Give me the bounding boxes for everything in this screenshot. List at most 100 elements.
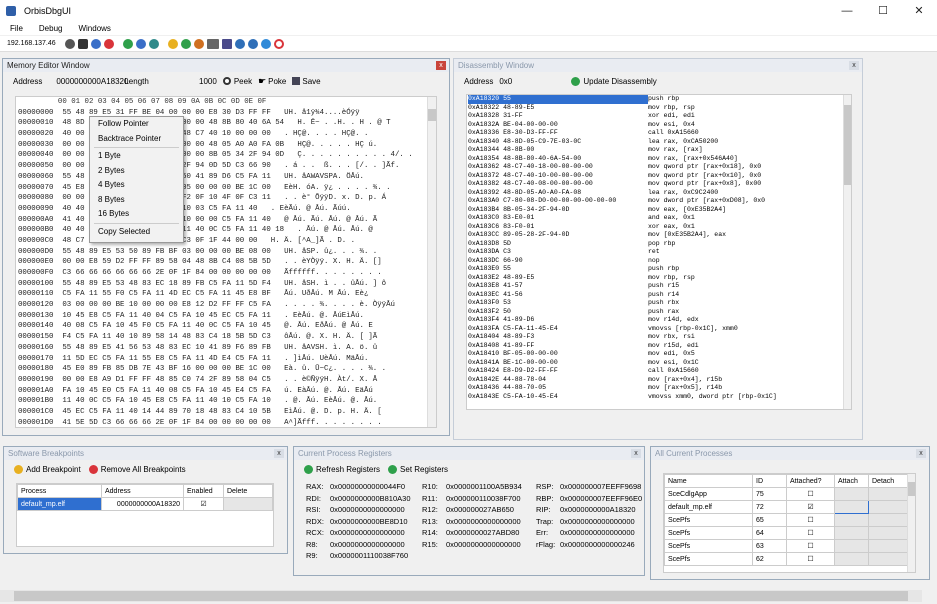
length-input[interactable]: 1000: [199, 77, 217, 86]
menu-file[interactable]: File: [10, 24, 23, 33]
hex-row[interactable]: 00000090 40 40 00 00 00 00 00 C5 FA 10 0…: [18, 204, 436, 215]
register-value[interactable]: 0x0000000000000000: [330, 528, 405, 537]
save-button[interactable]: Save: [302, 77, 320, 86]
disasm-row[interactable]: 0xA18436 44-88-70-05 mov [rax+0x5], r14b: [468, 384, 851, 393]
hex-row[interactable]: 000000B0 40 40 00 00 00 00 03 C5 FA 11 4…: [18, 225, 436, 236]
table-row[interactable]: default_mp.elf 72 ☑: [664, 500, 908, 514]
disasm-row[interactable]: 0xA183E0 55 push rbp: [468, 265, 851, 274]
disasm-row[interactable]: 0xA18320 55 push rbp: [468, 95, 851, 104]
remove-all-breakpoints-button[interactable]: Remove All Breakpoints: [101, 465, 186, 474]
hex-row[interactable]: 000001C0 45 EC C5 FA 11 40 14 44 89 70 1…: [18, 407, 436, 418]
disasm-row[interactable]: 0xA18392 48-8D-05-A0-A0-FA-08 lea rax, 0x…: [468, 189, 851, 198]
bp-enabled-checkbox[interactable]: ☑: [183, 497, 224, 511]
hex-row[interactable]: 000001D0 41 5E 5D C3 66 66 66 2E 0F 1F 8…: [18, 418, 436, 427]
memory-close-button[interactable]: x: [436, 61, 446, 70]
hex-row[interactable]: 00000170 11 5D EC C5 FA 11 55 E8 C5 FA 1…: [18, 354, 436, 365]
hex-row[interactable]: 000000C0 48 C7 45 D0 5B 5E 41 5F 5D C3 0…: [18, 236, 436, 247]
processes-scrollbar[interactable]: [907, 474, 915, 572]
disasm-row[interactable]: 0xA183F2 50 push rax: [468, 308, 851, 317]
register-value[interactable]: 0x0000000000000000: [446, 540, 521, 549]
breakpoints-close-button[interactable]: x: [274, 449, 284, 458]
hex-row[interactable]: 00000060 55 48 89 E5 41 57 41 56 53 50 4…: [18, 172, 436, 183]
detach-button[interactable]: [868, 500, 908, 514]
close-button[interactable]: ✕: [901, 0, 937, 21]
register-value[interactable]: 0x0000000000000000: [560, 528, 635, 537]
table-row[interactable]: ScePfs 63 ☐: [664, 539, 908, 553]
registers-close-button[interactable]: x: [631, 449, 641, 458]
menu-follow-pointer[interactable]: Follow Pointer: [90, 117, 183, 132]
disasm-row[interactable]: 0xA18382 48-C7-40-08-00-00-00-00 mov qwor…: [468, 180, 851, 189]
register-value[interactable]: 0x0000000000000246: [560, 540, 635, 549]
register-value[interactable]: 0x0000001100A5B934: [446, 482, 522, 491]
hex-row[interactable]: 000001B0 11 40 0C C5 FA 10 45 E8 C5 FA 1…: [18, 396, 436, 407]
refresh-icon[interactable]: [181, 38, 192, 49]
disasm-address-input[interactable]: 0x0: [499, 77, 559, 86]
disassembly-list[interactable]: 0xA18320 55 push rbp 0xA18322 48-89-E5 mov …: [466, 94, 852, 410]
help-icon[interactable]: [248, 38, 259, 49]
menu-2-bytes[interactable]: 2 Bytes: [90, 164, 183, 179]
attached-checkbox[interactable]: ☐: [786, 526, 835, 540]
menu-backtrace-pointer[interactable]: Backtrace Pointer: [90, 132, 183, 147]
register-value[interactable]: 0x000000007EEFF96E0: [560, 494, 642, 503]
detach-button[interactable]: [868, 539, 908, 553]
attach-button[interactable]: [834, 526, 869, 540]
hex-row[interactable]: 000000E0 00 00 E8 59 D2 FF FF 89 58 04 4…: [18, 257, 436, 268]
settings-icon[interactable]: [194, 38, 205, 49]
table-row[interactable]: ScePfs 65 ☐: [664, 513, 908, 527]
disasm-row[interactable]: 0xA18322 48-89-E5 mov rbp, rsp: [468, 104, 851, 113]
menu-copy-selected[interactable]: Copy Selected: [90, 225, 183, 240]
hex-row[interactable]: 00000000 55 48 89 E5 31 FF BE 04 00 00 0…: [18, 108, 436, 119]
menu-1-byte[interactable]: 1 Byte: [90, 149, 183, 164]
hex-row[interactable]: 00000100 55 48 89 E5 53 48 83 EC 18 89 F…: [18, 279, 436, 290]
disasm-row[interactable]: 0xA183DC 66-90 nop: [468, 257, 851, 266]
register-value[interactable]: 0x0000000000BE8D10: [330, 517, 408, 526]
disasm-row[interactable]: 0xA18362 48-C7-40-18-00-00-00-00 mov qwor…: [468, 163, 851, 172]
detach-button[interactable]: [868, 513, 908, 527]
hex-row[interactable]: 00000140 40 08 C5 FA 10 45 F0 C5 FA 11 4…: [18, 321, 436, 332]
update-disassembly-button[interactable]: Update Disassembly: [583, 77, 656, 86]
pause-icon[interactable]: [91, 38, 102, 49]
hex-row[interactable]: 000001A0 FA 10 45 E0 C5 FA 11 40 08 C5 F…: [18, 386, 436, 397]
add-icon[interactable]: [168, 38, 179, 49]
detach-button[interactable]: [868, 526, 908, 540]
disasm-row[interactable]: 0xA1843E C5-FA-10-45-E4 vmovss xmm0, dwor…: [468, 393, 851, 402]
hex-view[interactable]: 00 01 02 03 04 05 06 07 08 09 0A 0B 0C 0…: [15, 96, 437, 428]
disasm-row[interactable]: 0xA18340 48-8D-05-C9-7E-03-0C lea rax, 0x…: [468, 138, 851, 147]
break-icon[interactable]: [136, 38, 147, 49]
disasm-row[interactable]: 0xA183DA C3 ret: [468, 248, 851, 257]
disasm-row[interactable]: 0xA183C0 83-E0-01 and eax, 0x1: [468, 214, 851, 223]
cancel-icon[interactable]: [274, 38, 285, 49]
bp-delete-button[interactable]: [223, 497, 273, 511]
table-row[interactable]: SceCdlgApp 75 ☐: [664, 487, 908, 501]
hex-row[interactable]: 000000A0 41 40 41 40 41 40 40 C5 FA 10 0…: [18, 215, 436, 226]
connect-icon[interactable]: [65, 38, 76, 49]
hex-row[interactable]: 00000070 45 E8 89 F3 48 C7 C7 FF FF 05 0…: [18, 183, 436, 194]
attach-button[interactable]: [834, 552, 869, 566]
hex-row[interactable]: 000000D0 55 48 89 E5 53 50 89 FB BF 03 0…: [18, 247, 436, 258]
detach-button[interactable]: [868, 487, 908, 501]
hex-row[interactable]: 00000110 C5 FA 11 55 F0 C5 FA 11 4D EC C…: [18, 289, 436, 300]
disasm-row[interactable]: 0xA183B4 8B-05-34-2F-94-0D mov eax, [0xE3…: [468, 206, 851, 215]
memory-icon[interactable]: [222, 38, 233, 49]
disasm-row[interactable]: 0xA1841A BE-1C-00-00-00 mov esi, 0x1C: [468, 359, 851, 368]
hex-scrollbar[interactable]: [427, 97, 436, 427]
stop-icon[interactable]: [104, 38, 115, 49]
hex-row[interactable]: 00000040 00 00 00 00 00 00 00 00 00 00 0…: [18, 150, 436, 161]
keyboard-icon[interactable]: [207, 38, 220, 49]
disasm-row[interactable]: 0xA183C6 83-F0-01 xor eax, 0x1: [468, 223, 851, 232]
attach-button[interactable]: [834, 513, 869, 527]
register-value[interactable]: 0x000000110038F700: [446, 494, 521, 503]
hex-row[interactable]: 00000150 F4 C5 FA 11 40 10 89 58 14 48 8…: [18, 332, 436, 343]
attached-checkbox[interactable]: ☐: [786, 513, 835, 527]
disasm-row[interactable]: 0xA1842E 44-88-78-04 mov [rax+0x4], r15b: [468, 376, 851, 385]
attached-checkbox[interactable]: ☐: [786, 539, 835, 553]
register-value[interactable]: 0x0000000000000000: [330, 540, 405, 549]
process-icon[interactable]: [235, 38, 246, 49]
disasm-row[interactable]: 0xA183F4 41-89-D6 mov r14d, edx: [468, 316, 851, 325]
attached-checkbox[interactable]: ☐: [786, 487, 835, 501]
run-icon[interactable]: [123, 38, 134, 49]
register-value[interactable]: 0x0000000027ABD80: [446, 528, 519, 537]
disasm-row[interactable]: 0xA1832A BE-04-00-00-00 mov esi, 0x4: [468, 121, 851, 130]
disasm-row[interactable]: 0xA183E2 48-89-E5 mov rbp, rsp: [468, 274, 851, 283]
disasm-row[interactable]: 0xA18408 41-89-FF mov r15d, edi: [468, 342, 851, 351]
